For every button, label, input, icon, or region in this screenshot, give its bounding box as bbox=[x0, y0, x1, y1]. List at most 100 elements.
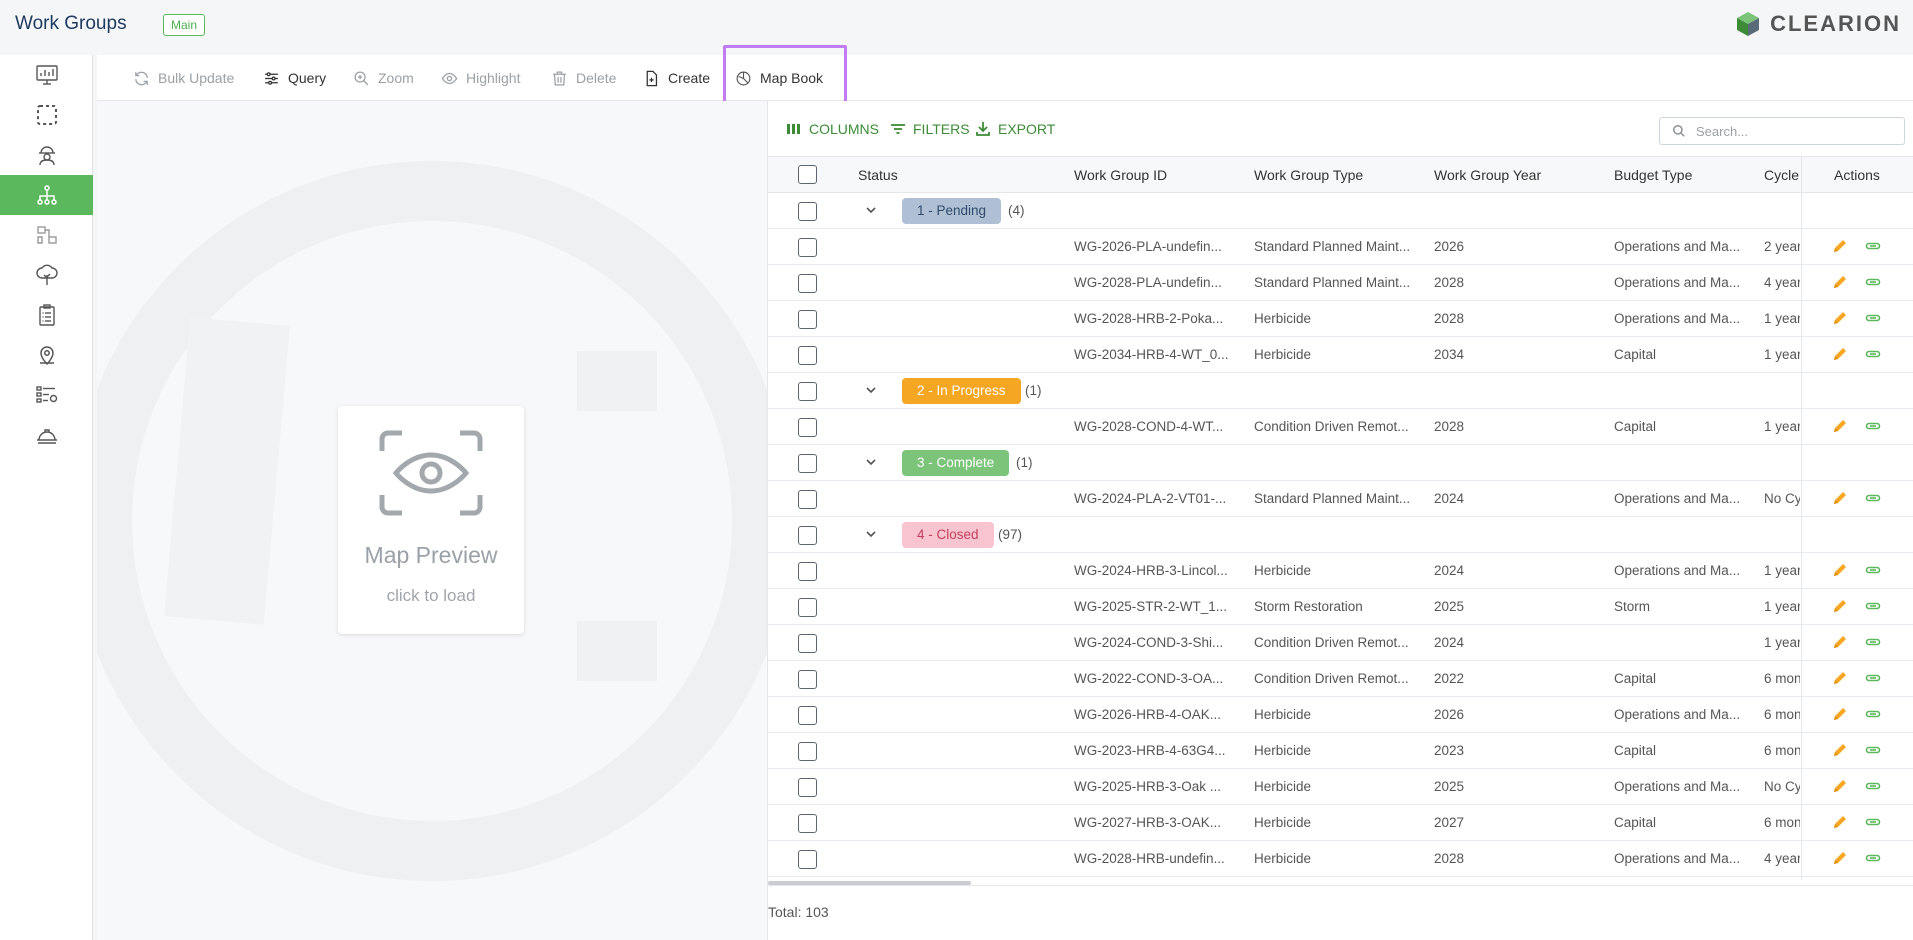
table-row[interactable]: WG-2024-COND-3-Shi... Condition Driven Re… bbox=[768, 625, 1913, 661]
table-row[interactable]: WG-2022-COND-3-OA... Condition Driven Rem… bbox=[768, 661, 1913, 697]
edit-pencil-icon[interactable] bbox=[1831, 309, 1849, 327]
row-checkbox[interactable] bbox=[798, 742, 817, 761]
row-checkbox[interactable] bbox=[798, 202, 817, 221]
chevron-down-icon[interactable] bbox=[864, 383, 878, 397]
table-row[interactable]: WG-2028-COND-4-WT... Condition Driven Rem… bbox=[768, 409, 1913, 445]
row-checkbox[interactable] bbox=[798, 310, 817, 329]
edit-pencil-icon[interactable] bbox=[1831, 669, 1849, 687]
table-row[interactable]: WG-2024-PLA-2-VT01-... Standard Planned M… bbox=[768, 481, 1913, 517]
chevron-down-icon[interactable] bbox=[864, 203, 878, 217]
header-work-group-id[interactable]: Work Group ID bbox=[1074, 167, 1167, 183]
row-checkbox[interactable] bbox=[798, 634, 817, 653]
link-icon[interactable] bbox=[1865, 742, 1881, 758]
columns-button[interactable]: COLUMNS bbox=[786, 121, 879, 137]
table-row[interactable]: WG-2025-STR-2-WT_1... Storm Restoration 20… bbox=[768, 589, 1913, 625]
table-row[interactable]: WG-2024-HRB-3-Lincol... Herbicide 2024 Oper… bbox=[768, 553, 1913, 589]
edit-pencil-icon[interactable] bbox=[1831, 633, 1849, 651]
header-cycle[interactable]: Cycle bbox=[1764, 167, 1800, 183]
group-row[interactable]: 2 - In Progress (1) bbox=[768, 373, 1913, 409]
table-row[interactable]: WG-2028-HRB-undefin... Herbicide 2028 Opera… bbox=[768, 841, 1913, 877]
link-icon[interactable] bbox=[1865, 310, 1881, 326]
row-checkbox[interactable] bbox=[798, 238, 817, 257]
map-preview-card[interactable]: Map Preview click to load bbox=[338, 406, 524, 634]
highlight-button[interactable]: Highlight bbox=[441, 66, 520, 90]
group-row[interactable]: 1 - Pending (4) bbox=[768, 193, 1913, 229]
edit-pencil-icon[interactable] bbox=[1831, 705, 1849, 723]
link-icon[interactable] bbox=[1865, 238, 1881, 254]
row-checkbox[interactable] bbox=[798, 382, 817, 401]
link-icon[interactable] bbox=[1865, 562, 1881, 578]
table-row[interactable]: WG-2026-HRB-4-OAK... Herbicide 2026 Operati… bbox=[768, 697, 1913, 733]
select-all-checkbox[interactable] bbox=[798, 165, 817, 184]
header-status[interactable]: Status bbox=[858, 167, 898, 183]
edit-pencil-icon[interactable] bbox=[1831, 741, 1849, 759]
row-checkbox[interactable] bbox=[798, 598, 817, 617]
row-checkbox[interactable] bbox=[798, 706, 817, 725]
link-icon[interactable] bbox=[1865, 490, 1881, 506]
link-icon[interactable] bbox=[1865, 670, 1881, 686]
table-row[interactable]: WG-2028-PLA-undefin... Standard Planned M… bbox=[768, 265, 1913, 301]
sidebar-item-locations[interactable] bbox=[0, 335, 93, 375]
link-icon[interactable] bbox=[1865, 634, 1881, 650]
table-row[interactable]: WG-2027-HRB-3-OAK... Herbicide 2027 Capital… bbox=[768, 805, 1913, 841]
edit-pencil-icon[interactable] bbox=[1831, 849, 1849, 867]
edit-pencil-icon[interactable] bbox=[1831, 489, 1849, 507]
link-icon[interactable] bbox=[1865, 418, 1881, 434]
query-button[interactable]: Query bbox=[263, 66, 326, 90]
row-checkbox[interactable] bbox=[798, 454, 817, 473]
sidebar-item-workers[interactable] bbox=[0, 135, 93, 175]
filters-button[interactable]: FILTERS bbox=[890, 121, 970, 137]
edit-pencil-icon[interactable] bbox=[1831, 237, 1849, 255]
sidebar-item-flows[interactable] bbox=[0, 215, 93, 255]
link-icon[interactable] bbox=[1865, 778, 1881, 794]
edit-pencil-icon[interactable] bbox=[1831, 417, 1849, 435]
header-work-group-type[interactable]: Work Group Type bbox=[1254, 167, 1363, 183]
row-checkbox[interactable] bbox=[798, 562, 817, 581]
sidebar-item-settings-list[interactable] bbox=[0, 375, 93, 415]
sidebar-item-safety[interactable] bbox=[0, 415, 93, 455]
sidebar-item-work-groups[interactable] bbox=[0, 175, 93, 215]
table-row[interactable]: WG-2034-HRB-4-WT_0... Herbicide 2034 Capita… bbox=[768, 337, 1913, 373]
link-icon[interactable] bbox=[1865, 814, 1881, 830]
row-checkbox[interactable] bbox=[798, 670, 817, 689]
edit-pencil-icon[interactable] bbox=[1831, 273, 1849, 291]
edit-pencil-icon[interactable] bbox=[1831, 777, 1849, 795]
group-row[interactable]: 4 - Closed (97) bbox=[768, 517, 1913, 553]
row-checkbox[interactable] bbox=[798, 346, 817, 365]
chevron-down-icon[interactable] bbox=[864, 455, 878, 469]
edit-pencil-icon[interactable] bbox=[1831, 813, 1849, 831]
row-checkbox[interactable] bbox=[798, 418, 817, 437]
delete-button[interactable]: Delete bbox=[551, 66, 616, 90]
row-checkbox[interactable] bbox=[798, 778, 817, 797]
table-row[interactable]: WG-2025-HRB-3-Oak ... Herbicide 2025 Operat… bbox=[768, 769, 1913, 805]
row-checkbox[interactable] bbox=[798, 274, 817, 293]
zoom-button[interactable]: Zoom bbox=[353, 66, 414, 90]
bulk-update-button[interactable]: Bulk Update bbox=[133, 66, 234, 90]
search-input[interactable] bbox=[1696, 123, 1886, 139]
export-button[interactable]: EXPORT bbox=[975, 121, 1055, 137]
sidebar-item-selection[interactable] bbox=[0, 95, 93, 135]
chevron-down-icon[interactable] bbox=[864, 527, 878, 541]
sidebar-item-dashboard[interactable] bbox=[0, 55, 93, 95]
row-checkbox[interactable] bbox=[798, 526, 817, 545]
link-icon[interactable] bbox=[1865, 274, 1881, 290]
edit-pencil-icon[interactable] bbox=[1831, 345, 1849, 363]
row-checkbox[interactable] bbox=[798, 814, 817, 833]
link-icon[interactable] bbox=[1865, 598, 1881, 614]
row-checkbox[interactable] bbox=[798, 850, 817, 869]
edit-pencil-icon[interactable] bbox=[1831, 597, 1849, 615]
group-row[interactable]: 3 - Complete (1) bbox=[768, 445, 1913, 481]
header-work-group-year[interactable]: Work Group Year bbox=[1434, 167, 1541, 183]
sidebar-item-checklists[interactable] bbox=[0, 295, 93, 335]
header-budget-type[interactable]: Budget Type bbox=[1614, 167, 1692, 183]
link-icon[interactable] bbox=[1865, 850, 1881, 866]
table-row[interactable]: WG-2026-PLA-undefin... Standard Planned M… bbox=[768, 229, 1913, 265]
link-icon[interactable] bbox=[1865, 706, 1881, 722]
table-row[interactable]: WG-2023-HRB-4-63G4... Herbicide 2023 Capita… bbox=[768, 733, 1913, 769]
create-button[interactable]: Create bbox=[643, 66, 710, 90]
table-row[interactable]: WG-2028-HRB-2-Poka... Herbicide 2028 Operat… bbox=[768, 301, 1913, 337]
row-checkbox[interactable] bbox=[798, 490, 817, 509]
link-icon[interactable] bbox=[1865, 346, 1881, 362]
sidebar-item-trees[interactable] bbox=[0, 255, 93, 295]
edit-pencil-icon[interactable] bbox=[1831, 561, 1849, 579]
